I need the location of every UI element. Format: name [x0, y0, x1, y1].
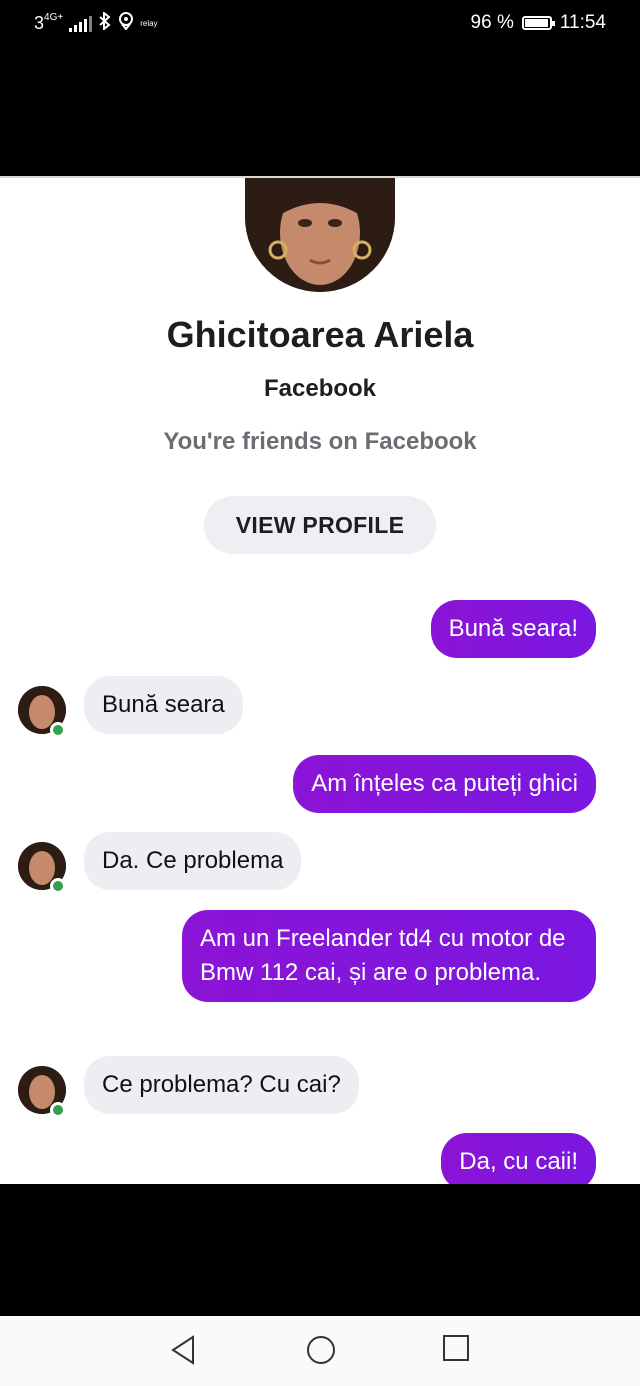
- recents-icon[interactable]: [442, 1334, 470, 1367]
- message-bubble-outgoing[interactable]: Am înțeles ca puteți ghici: [293, 755, 596, 813]
- message-bubble-incoming[interactable]: Bună seara: [84, 676, 243, 734]
- status-right: 96 % 11:54: [471, 12, 606, 34]
- online-status-icon: [50, 1102, 66, 1118]
- status-left: 3 4G+ relay: [34, 10, 158, 35]
- profile-platform: Facebook: [263, 375, 377, 402]
- battery-percent: 96 %: [470, 12, 514, 33]
- message-bubble-incoming[interactable]: Ce problema? Cu cai?: [84, 1056, 359, 1114]
- friends-status: You're friends on Facebook: [163, 428, 477, 455]
- message-bubble-outgoing[interactable]: Bună seara!: [430, 600, 596, 658]
- view-profile-button[interactable]: VIEW PROFILE: [204, 496, 436, 554]
- online-status-icon: [50, 722, 66, 738]
- network-label: 3: [34, 13, 45, 33]
- clock: 11:54: [559, 12, 606, 33]
- relay-icon: relay: [140, 19, 158, 28]
- network-type: 4G+: [44, 12, 64, 23]
- bluetooth-icon: [98, 10, 112, 35]
- back-icon[interactable]: [170, 1334, 196, 1371]
- message-bubble-outgoing[interactable]: Am un Freelander td4 cu motor de Bmw 112…: [182, 910, 596, 1002]
- chat-content[interactable]: Ghicitoarea Ariela Facebook You're frien…: [0, 176, 640, 1184]
- profile-name: Ghicitoarea Ariela: [166, 314, 474, 355]
- message-bubble-incoming[interactable]: Da. Ce problema: [84, 832, 302, 890]
- message-bubble-outgoing[interactable]: Da, cu caii!: [441, 1133, 596, 1184]
- location-icon: [118, 12, 134, 35]
- status-bar: 3 4G+ relay 96 % 11:54: [0, 0, 640, 44]
- home-icon[interactable]: [305, 1334, 337, 1371]
- online-status-icon: [50, 878, 66, 894]
- navigation-bar: [0, 1316, 640, 1386]
- signal-icon: [69, 15, 93, 32]
- battery-icon: [521, 16, 555, 30]
- profile-avatar[interactable]: [245, 178, 395, 292]
